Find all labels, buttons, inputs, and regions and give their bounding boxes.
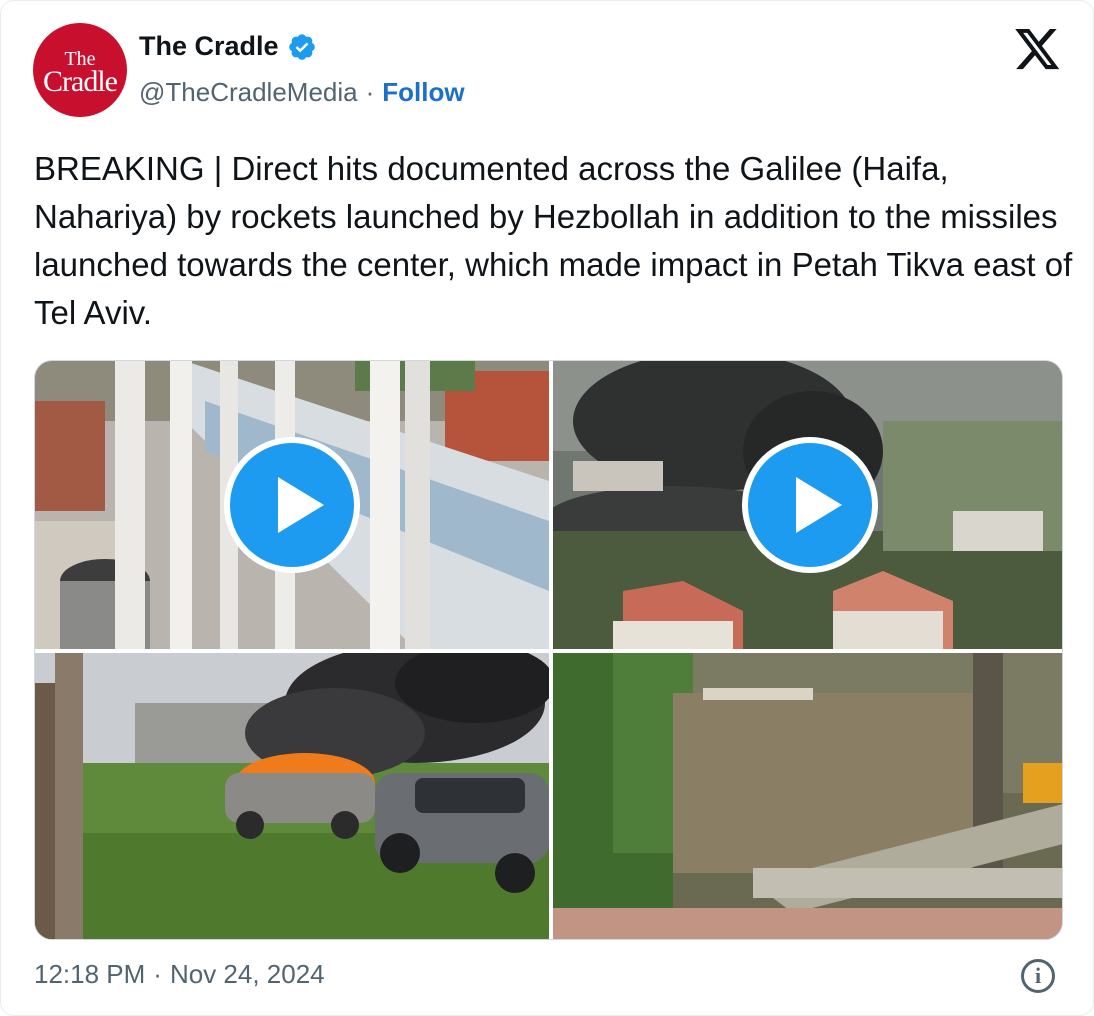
debris-thumbnail [553, 653, 1062, 939]
play-button[interactable] [742, 437, 878, 573]
timestamp-separator: · [153, 959, 162, 989]
tweet-time[interactable]: 12:18 PM [34, 959, 145, 990]
avatar-logo-name: Cradle [43, 65, 118, 98]
play-button[interactable] [224, 437, 360, 573]
author-display-name[interactable]: The Cradle [139, 31, 279, 62]
tweet-card: The Cradle The Cradle @TheCradleMedia · … [0, 0, 1094, 1016]
play-icon [796, 477, 842, 533]
timestamp-row[interactable]: 12:18 PM · Nov 24, 2024 [34, 959, 325, 990]
tweet-text: BREAKING | Direct hits documented across… [34, 150, 1073, 331]
verified-badge-icon [288, 33, 315, 60]
handle-separator: · [365, 77, 375, 107]
author-handle[interactable]: @TheCradleMedia [139, 77, 358, 108]
avatar[interactable]: The Cradle [33, 23, 127, 117]
x-logo-icon[interactable] [1015, 29, 1061, 71]
burning-car-thumbnail [35, 653, 549, 939]
author-name-row: The Cradle [139, 31, 317, 62]
info-icon[interactable]: i [1021, 959, 1055, 993]
follow-button[interactable]: Follow [382, 77, 464, 108]
media-item-burning-car-image[interactable] [35, 653, 549, 939]
media-item-town-smoke-video[interactable] [553, 361, 1062, 649]
play-icon [278, 477, 324, 533]
media-grid [34, 360, 1063, 940]
tweet-date[interactable]: Nov 24, 2024 [170, 959, 325, 990]
media-item-balcony-video[interactable] [35, 361, 549, 649]
author-handle-row: @TheCradleMedia · Follow [139, 77, 465, 108]
media-item-debris-image[interactable] [553, 653, 1062, 939]
